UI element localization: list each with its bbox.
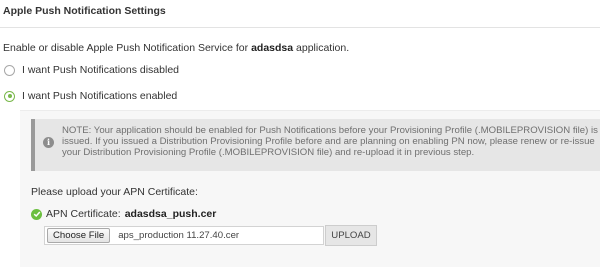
- panel-header: Apple Push Notification Settings: [0, 0, 600, 28]
- intro-prefix: Enable or disable Apple Push Notificatio…: [3, 42, 249, 54]
- cert-status: APN Certificate: adasdsa_push.cer: [31, 208, 216, 220]
- note-text: NOTE: Your application should be enabled…: [62, 125, 598, 158]
- choose-file-button[interactable]: Choose File: [47, 228, 111, 243]
- check-circle-icon: [31, 208, 42, 220]
- cert-label: APN Certificate:: [46, 208, 121, 220]
- file-input[interactable]: Choose File aps_production 11.27.40.cer: [44, 226, 324, 245]
- radio-enabled[interactable]: [4, 90, 15, 102]
- option-disabled-label[interactable]: I want Push Notifications disabled: [22, 64, 179, 76]
- radio-disabled[interactable]: [4, 64, 15, 76]
- provisioning-note: i NOTE: Your application should be enabl…: [31, 119, 600, 171]
- upload-button[interactable]: UPLOAD: [325, 225, 377, 246]
- intro-suffix: application.: [296, 42, 350, 54]
- option-enabled[interactable]: I want Push Notifications enabled: [4, 90, 177, 102]
- page-title: Apple Push Notification Settings: [3, 5, 166, 17]
- option-enabled-label[interactable]: I want Push Notifications enabled: [22, 90, 177, 102]
- upload-prompt: Please upload your APN Certificate:: [31, 186, 198, 198]
- cert-name: adasdsa_push.cer: [124, 208, 217, 220]
- selected-file-name: aps_production 11.27.40.cer: [118, 230, 240, 241]
- info-icon: i: [43, 137, 54, 148]
- apn-settings-panel: Apple Push Notification Settings Enable …: [0, 0, 600, 267]
- app-name: adasdsa: [251, 42, 294, 54]
- option-disabled[interactable]: I want Push Notifications disabled: [4, 64, 179, 76]
- intro-text: Enable or disable Apple Push Notificatio…: [3, 42, 349, 54]
